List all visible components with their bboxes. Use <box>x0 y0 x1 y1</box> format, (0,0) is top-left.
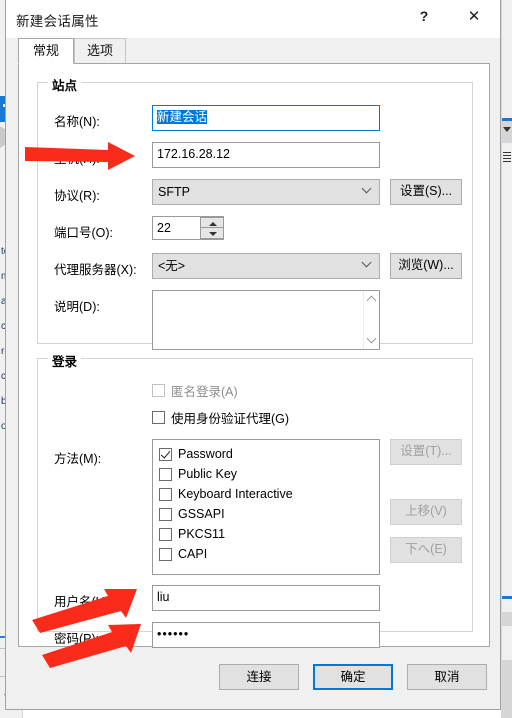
port-input-value: 22 <box>157 221 171 235</box>
checkbox-box-icon <box>152 384 165 397</box>
site-group: 站点 名称(N): 新建会话 主机(H): 172.16.28.12 协议(R)… <box>37 75 473 350</box>
method-settings-button[interactable]: 设置(T)... <box>390 439 462 465</box>
help-button[interactable]: ? <box>402 0 446 31</box>
list-item[interactable]: Password <box>159 444 379 464</box>
auth-method-list[interactable]: Password Public Key Keyboard Interactive… <box>152 439 380 575</box>
use-auth-agent-label: 使用身份验证代理(G) <box>171 412 290 426</box>
scroll-up-icon[interactable] <box>367 297 375 305</box>
background-list-line <box>503 158 511 159</box>
checkbox-box-icon[interactable] <box>159 447 172 461</box>
background-list-line <box>503 155 511 156</box>
port-label: 端口号(O): <box>54 226 114 240</box>
stepper-down-icon[interactable] <box>200 228 224 239</box>
proxy-browse-button[interactable]: 浏览(W)... <box>390 253 462 279</box>
method-label-pkcs11: PKCS11 <box>178 527 226 541</box>
move-down-button[interactable]: 下へ(E) <box>390 537 462 563</box>
login-group-title: 登录 <box>48 351 82 370</box>
tab-panel-general: 站点 名称(N): 新建会话 主机(H): 172.16.28.12 协议(R)… <box>18 63 490 648</box>
login-group: 登录 匿名登录(A) 使用身份验证代理(G) 方法(M): Password P… <box>37 351 473 648</box>
protocol-settings-button[interactable]: 设置(S)... <box>390 179 462 205</box>
background-list-line <box>503 161 511 162</box>
dialog-titlebar: 新建会话属性 ? ✕ <box>6 0 500 38</box>
host-label: 主机(H): <box>54 152 100 166</box>
proxy-select-value: <无> <box>158 259 186 273</box>
name-label: 名称(N): <box>54 115 100 129</box>
tab-options[interactable]: 选项 <box>74 38 126 64</box>
password-input[interactable]: •••••• <box>152 622 380 648</box>
move-up-button[interactable]: 上移(V) <box>390 499 462 525</box>
checkbox-box-icon[interactable] <box>159 547 172 561</box>
host-input[interactable]: 172.16.28.12 <box>152 142 380 168</box>
anonymous-login-label: 匿名登录(A) <box>171 385 238 399</box>
list-item[interactable]: CAPI <box>159 544 379 564</box>
scroll-down-icon[interactable] <box>367 335 375 343</box>
checkbox-box-icon[interactable] <box>159 467 172 481</box>
checkbox-box-icon[interactable] <box>159 487 172 501</box>
description-scrollbar[interactable] <box>363 291 379 349</box>
site-group-title: 站点 <box>48 75 82 94</box>
method-label-public-key: Public Key <box>178 467 238 481</box>
use-auth-agent-checkbox[interactable]: 使用身份验证代理(G) <box>152 408 289 427</box>
method-label-gssapi: GSSAPI <box>178 507 225 521</box>
method-label-capi: CAPI <box>178 547 208 561</box>
password-label: 密码(P): <box>54 632 100 646</box>
background-dropdown-arrow-icon <box>503 127 511 132</box>
chevron-down-icon <box>363 185 372 194</box>
background-list-line <box>503 152 511 153</box>
list-item[interactable]: GSSAPI <box>159 504 379 524</box>
proxy-select[interactable]: <无> <box>152 253 380 279</box>
background-toolbar-block <box>502 612 512 626</box>
protocol-select-value: SFTP <box>158 185 190 199</box>
method-label-password: Password <box>178 447 233 461</box>
description-label: 说明(D): <box>54 300 100 314</box>
protocol-select[interactable]: SFTP <box>152 179 380 205</box>
username-label: 用户名(U): <box>54 595 113 609</box>
list-item[interactable]: Public Key <box>159 464 379 484</box>
background-accent-bar <box>502 596 512 599</box>
host-input-value: 172.16.28.12 <box>157 147 230 161</box>
background-toolbar-block <box>502 660 512 718</box>
proxy-label: 代理服务器(X): <box>54 263 137 277</box>
background-right-strip <box>501 0 512 718</box>
username-input-value: liu <box>157 590 170 604</box>
checkbox-box-icon[interactable] <box>159 507 172 521</box>
stepper-up-icon[interactable] <box>200 217 224 228</box>
anonymous-login-checkbox: 匿名登录(A) <box>152 381 238 400</box>
list-item[interactable]: PKCS11 <box>159 524 379 544</box>
tab-general[interactable]: 常规 <box>18 38 74 64</box>
name-input-value: 新建会话 <box>157 110 208 124</box>
method-label-keyboard-interactive: Keyboard Interactive <box>178 487 293 501</box>
dialog-title: 新建会话属性 <box>16 14 99 29</box>
close-button[interactable]: ✕ <box>452 0 496 31</box>
method-label: 方法(M): <box>54 452 102 466</box>
background-toolbar-block <box>502 121 512 143</box>
description-textarea[interactable] <box>152 290 380 350</box>
tab-strip: 常规 选项 <box>6 38 500 64</box>
protocol-label: 协议(R): <box>54 189 100 203</box>
name-input[interactable]: 新建会话 <box>152 105 380 131</box>
cancel-button[interactable]: 取消 <box>407 664 487 690</box>
checkbox-box-icon <box>152 411 165 424</box>
connect-button[interactable]: 连接 <box>219 664 299 690</box>
list-item[interactable]: Keyboard Interactive <box>159 484 379 504</box>
chevron-down-icon <box>363 259 372 268</box>
password-input-value: •••••• <box>157 627 190 641</box>
username-input[interactable]: liu <box>152 585 380 611</box>
port-stepper[interactable] <box>200 217 224 239</box>
session-properties-dialog: 新建会话属性 ? ✕ 常规 选项 站点 名称(N): 新建会话 主机(H): 1… <box>5 0 501 710</box>
checkbox-box-icon[interactable] <box>159 527 172 541</box>
ok-button[interactable]: 确定 <box>313 664 393 690</box>
